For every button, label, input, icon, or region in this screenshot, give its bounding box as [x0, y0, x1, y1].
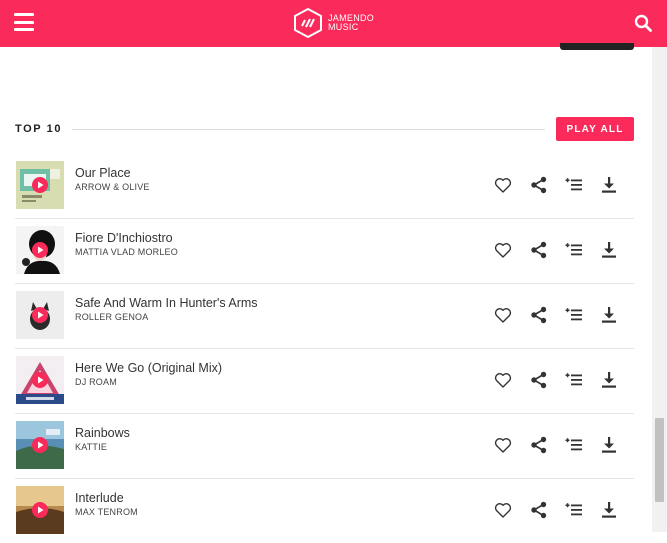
top-bar: JAMENDO MUSIC [0, 0, 667, 47]
track-info: Our Place ARROW & OLIVE [75, 166, 150, 192]
track-artist[interactable]: MAX TENROM [75, 507, 138, 517]
download-icon[interactable] [600, 501, 618, 519]
download-icon[interactable] [600, 306, 618, 324]
logo-line2: MUSIC [328, 22, 359, 32]
heart-icon[interactable] [494, 501, 512, 519]
play-icon[interactable] [32, 307, 48, 323]
heart-icon[interactable] [494, 371, 512, 389]
add-to-playlist-icon[interactable] [565, 306, 583, 324]
track-cover[interactable] [16, 226, 64, 274]
track-cover[interactable] [16, 486, 64, 534]
track-title[interactable]: Our Place [75, 166, 150, 180]
section-title: TOP 10 [15, 123, 63, 135]
play-icon[interactable] [32, 437, 48, 453]
track-info: Rainbows KATTIE [75, 426, 130, 452]
logo-text: JAMENDO MUSIC [328, 14, 374, 32]
play-all-button[interactable]: PLAY ALL [556, 117, 634, 141]
share-icon[interactable] [530, 241, 548, 259]
download-icon[interactable] [600, 241, 618, 259]
track-cover[interactable] [16, 421, 64, 469]
track-cover[interactable] [16, 356, 64, 404]
heart-icon[interactable] [494, 241, 512, 259]
track-title[interactable]: Here We Go (Original Mix) [75, 361, 222, 375]
track-row: Rainbows KATTIE [15, 413, 634, 479]
heart-icon[interactable] [494, 176, 512, 194]
jamendo-hexagon-icon [294, 8, 322, 38]
download-icon[interactable] [600, 371, 618, 389]
track-info: Fiore D'Inchiostro MATTIA VLAD MORLEO [75, 231, 178, 257]
track-title[interactable]: Rainbows [75, 426, 130, 440]
share-icon[interactable] [530, 371, 548, 389]
share-icon[interactable] [530, 436, 548, 454]
share-icon[interactable] [530, 501, 548, 519]
play-icon[interactable] [32, 372, 48, 388]
play-icon[interactable] [32, 242, 48, 258]
track-info: Here We Go (Original Mix) DJ ROAM [75, 361, 222, 387]
track-row: Fiore D'Inchiostro MATTIA VLAD MORLEO [15, 218, 634, 284]
add-to-playlist-icon[interactable] [565, 241, 583, 259]
add-to-playlist-icon[interactable] [565, 436, 583, 454]
heart-icon[interactable] [494, 306, 512, 324]
play-icon[interactable] [32, 177, 48, 193]
add-to-playlist-icon[interactable] [565, 176, 583, 194]
search-icon[interactable] [634, 14, 652, 32]
track-row: Here We Go (Original Mix) DJ ROAM [15, 348, 634, 414]
track-artist[interactable]: DJ ROAM [75, 377, 222, 387]
track-artist[interactable]: ARROW & OLIVE [75, 182, 150, 192]
track-cover[interactable] [16, 161, 64, 209]
track-info: Interlude MAX TENROM [75, 491, 138, 517]
partially-visible-button[interactable] [560, 43, 634, 50]
add-to-playlist-icon[interactable] [565, 371, 583, 389]
download-icon[interactable] [600, 176, 618, 194]
hamburger-menu-icon[interactable] [14, 13, 34, 31]
share-icon[interactable] [530, 176, 548, 194]
track-info: Safe And Warm In Hunter's Arms ROLLER GE… [75, 296, 258, 322]
jamendo-logo[interactable]: JAMENDO MUSIC [294, 8, 374, 38]
track-title[interactable]: Safe And Warm In Hunter's Arms [75, 296, 258, 310]
scrollbar-thumb[interactable] [655, 418, 664, 502]
download-icon[interactable] [600, 436, 618, 454]
track-row: Safe And Warm In Hunter's Arms ROLLER GE… [15, 283, 634, 349]
add-to-playlist-icon[interactable] [565, 501, 583, 519]
section-divider [72, 129, 545, 130]
track-row: Interlude MAX TENROM [15, 478, 634, 543]
track-cover[interactable] [16, 291, 64, 339]
track-artist[interactable]: ROLLER GENOA [75, 312, 258, 322]
track-title[interactable]: Interlude [75, 491, 138, 505]
share-icon[interactable] [530, 306, 548, 324]
track-row: Our Place ARROW & OLIVE [15, 153, 634, 219]
heart-icon[interactable] [494, 436, 512, 454]
track-artist[interactable]: MATTIA VLAD MORLEO [75, 247, 178, 257]
track-title[interactable]: Fiore D'Inchiostro [75, 231, 178, 245]
play-icon[interactable] [32, 502, 48, 518]
track-artist[interactable]: KATTIE [75, 442, 130, 452]
